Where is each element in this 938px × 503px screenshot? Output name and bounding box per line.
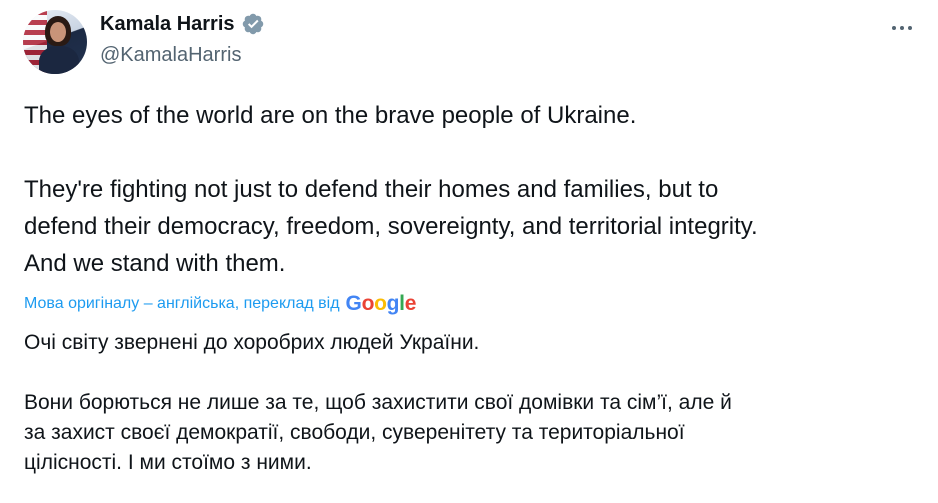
tweet-line: defend their democracy, freedom, soverei… xyxy=(24,213,758,240)
author-name[interactable]: Kamala Harris xyxy=(100,13,235,36)
translated-line: за захист своєї демократії, свободи, сув… xyxy=(24,421,685,444)
verified-badge-icon xyxy=(242,13,263,35)
translation-notice[interactable]: Мова оригіналу – англійська, переклад ві… xyxy=(24,292,416,316)
translated-line: цілісності. І ми стоїмо з ними. xyxy=(24,451,312,474)
avatar-body xyxy=(39,46,79,74)
tweet-line: The eyes of the world are on the brave p… xyxy=(24,102,637,129)
author-handle[interactable]: @KamalaHarris xyxy=(100,44,241,67)
tweet-text: The eyes of the world are on the brave p… xyxy=(24,97,914,282)
avatar-face xyxy=(50,22,66,42)
more-dot-icon xyxy=(908,26,912,30)
avatar[interactable] xyxy=(23,10,87,74)
more-dot-icon xyxy=(892,26,896,30)
more-dot-icon xyxy=(900,26,904,30)
google-logo: Google xyxy=(345,292,417,315)
translated-line: Вони борються не лише за те, щоб захисти… xyxy=(24,391,732,414)
tweet-line: They're fighting not just to defend thei… xyxy=(24,176,719,203)
translated-line: Очі світу звернені до хоробрих людей Укр… xyxy=(24,331,480,354)
more-options-button[interactable] xyxy=(888,14,916,42)
author-name-row: Kamala Harris xyxy=(100,12,265,36)
translated-text: Очі світу звернені до хоробрих людей Укр… xyxy=(24,328,914,478)
tweet-line: And we stand with them. xyxy=(24,250,286,277)
translation-notice-text[interactable]: Мова оригіналу – англійська, переклад ві… xyxy=(24,295,340,313)
